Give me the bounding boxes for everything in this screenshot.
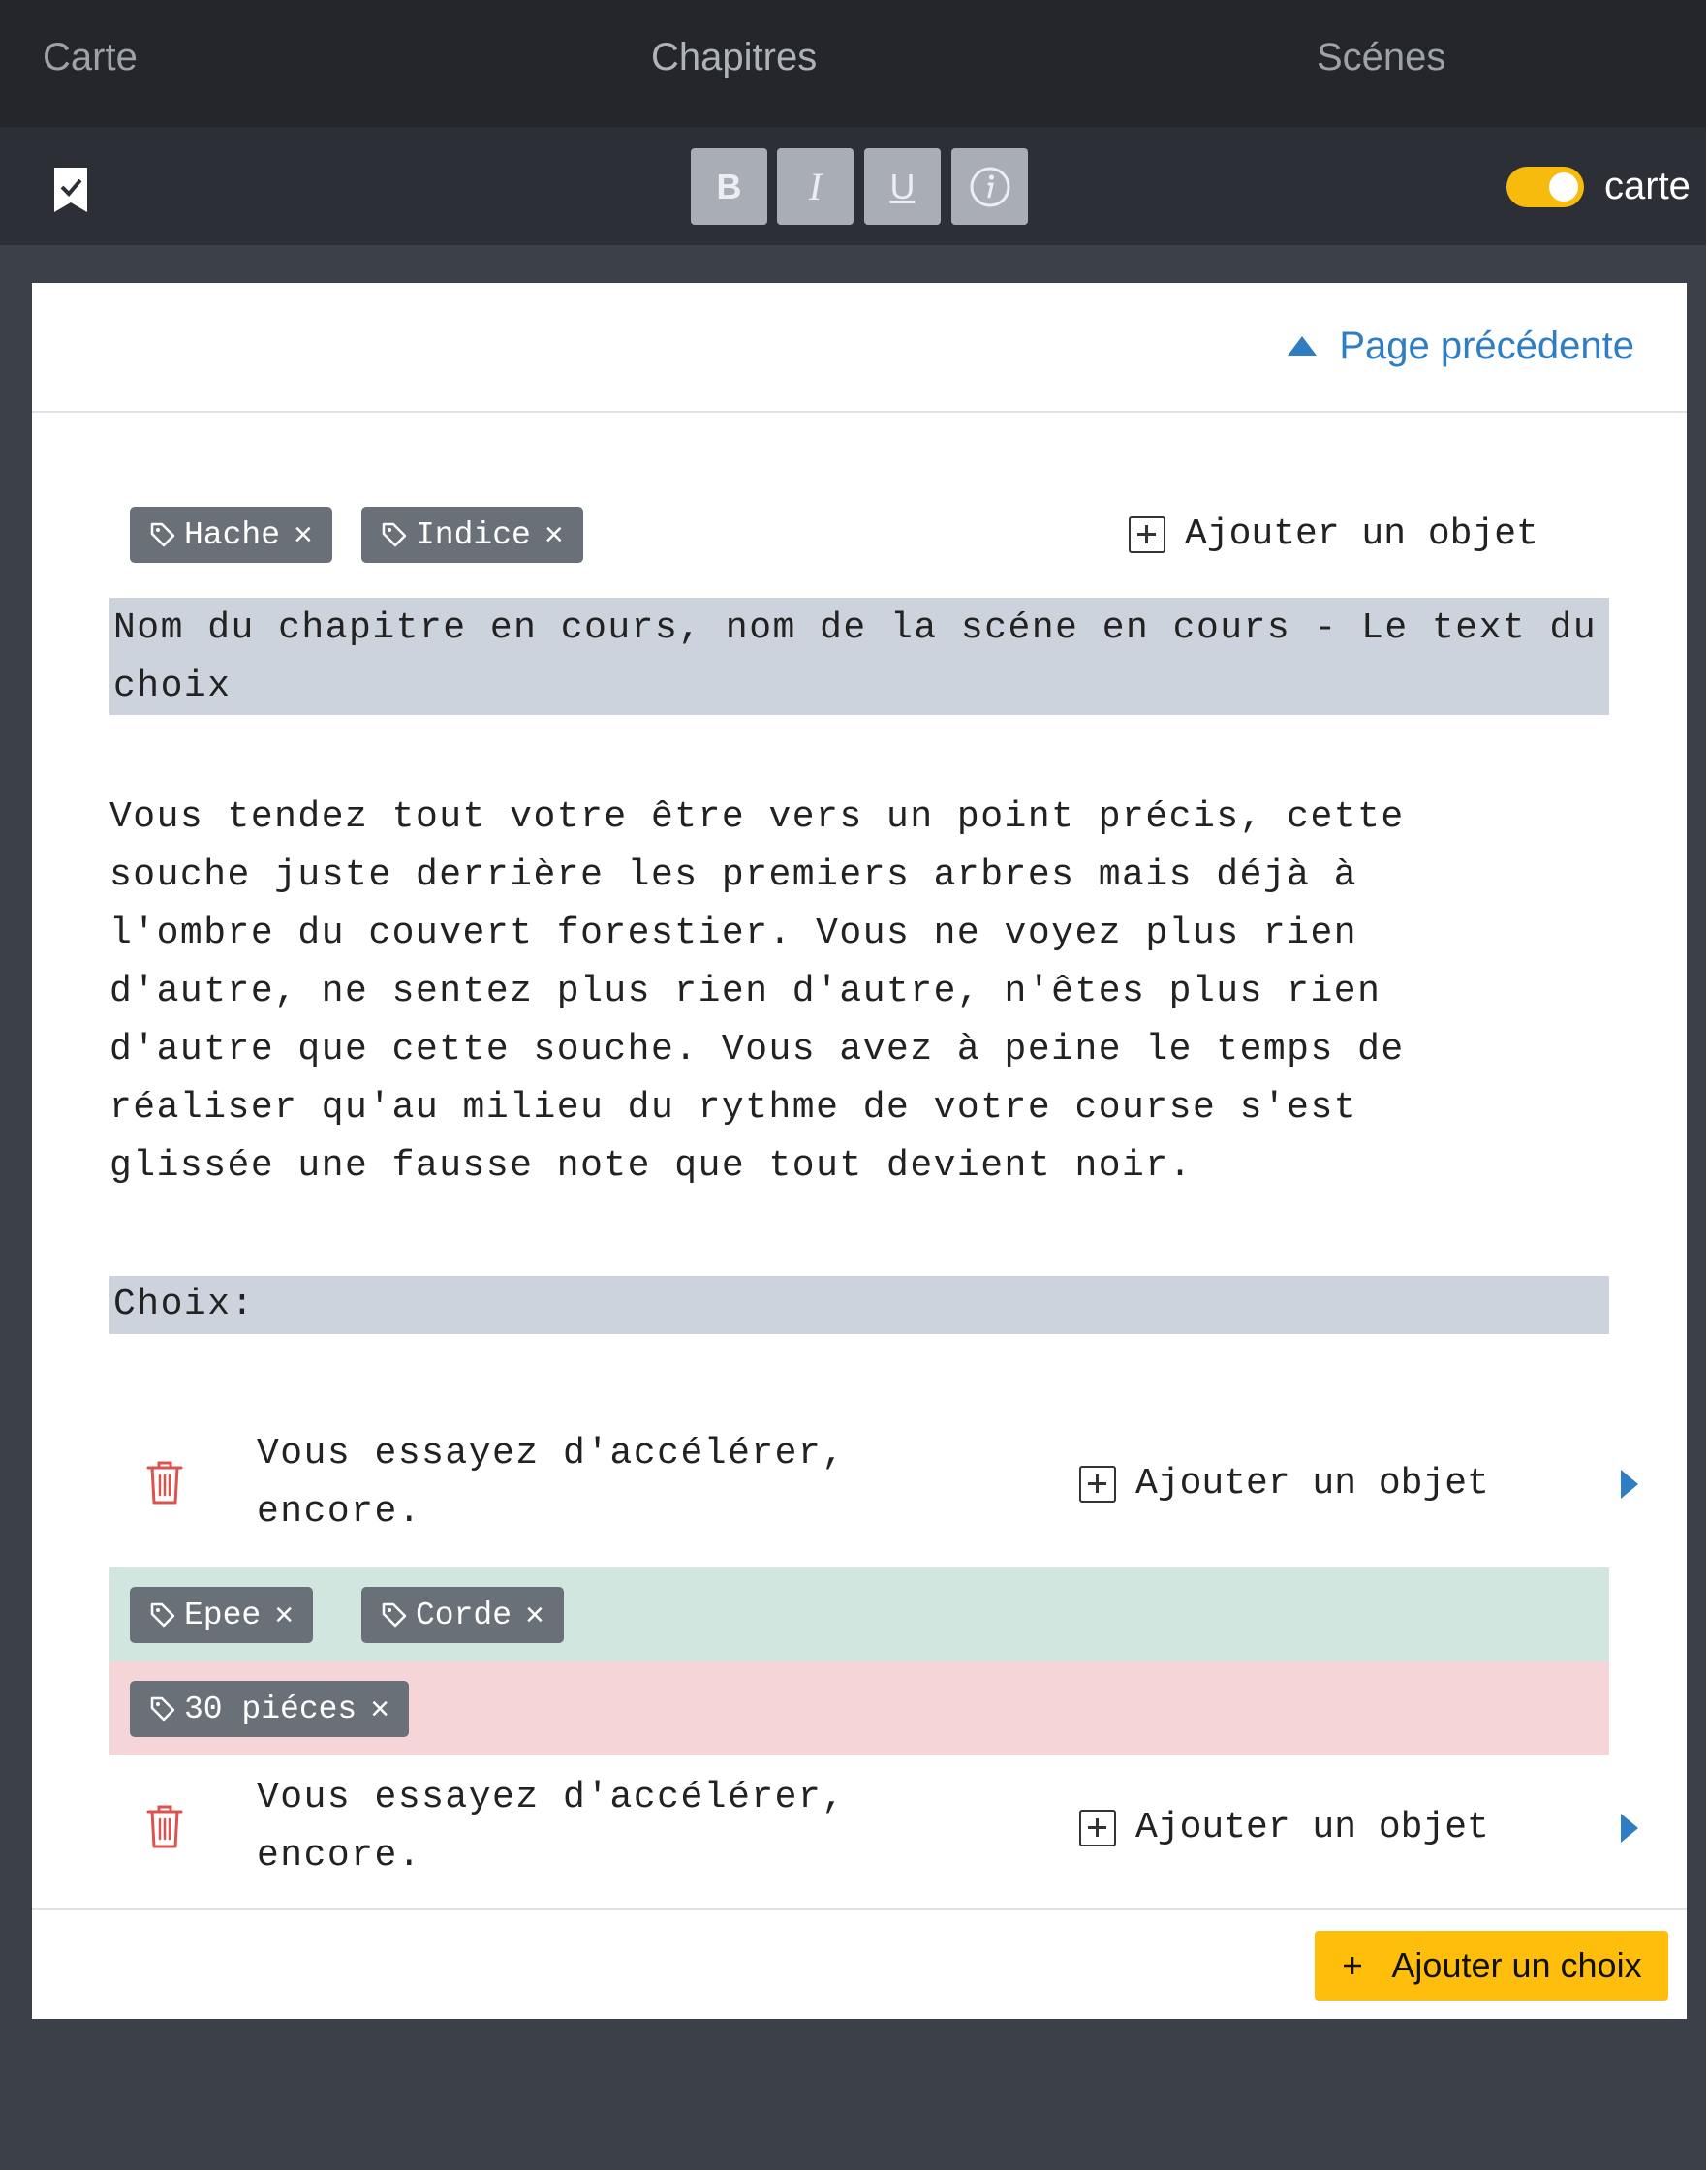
bold-button[interactable]: B: [691, 148, 767, 225]
tag-label: Epee: [184, 1597, 262, 1633]
top-navigation: Carte Chapitres Scénes: [0, 0, 1706, 127]
info-button[interactable]: [951, 148, 1028, 225]
tab-scenes[interactable]: Scénes: [1317, 0, 1445, 114]
toggle-label: carte: [1604, 165, 1691, 207]
play-arrow-icon[interactable]: [1619, 1468, 1640, 1501]
gained-tag-corde: Corde ×: [361, 1587, 564, 1643]
plus-square-icon: [1129, 515, 1165, 553]
bookmark-check-icon[interactable]: [50, 166, 91, 216]
body-line: glissée une fausse note que tout devient…: [109, 1145, 1193, 1187]
add-object-button[interactable]: Ajouter un objet: [1079, 1807, 1489, 1848]
body-line: Vous tendez tout votre être vers un poin…: [109, 796, 1405, 838]
body-line: réaliser qu'au milieu du rythme de votre…: [109, 1087, 1358, 1129]
play-arrow-icon[interactable]: [1619, 1812, 1640, 1845]
tag-icon: [150, 1602, 175, 1628]
previous-page-label: Page précédente: [1339, 325, 1634, 367]
scene-panel: Page précédente Hache × Indice × Ajouter…: [32, 283, 1687, 2019]
remove-tag-icon[interactable]: ×: [370, 1691, 389, 1728]
scene-title: Nom du chapitre en cours, nom de la scén…: [109, 598, 1609, 715]
tab-chapitres[interactable]: Chapitres: [651, 0, 817, 114]
editor-toolbar: B I U carte: [0, 127, 1706, 245]
app: Carte Chapitres Scénes B I U carte Page …: [0, 0, 1706, 2170]
tag-icon: [382, 1602, 407, 1628]
tag-label: Indice: [416, 516, 531, 553]
carte-toggle[interactable]: [1506, 167, 1584, 207]
trash-icon[interactable]: [144, 1459, 185, 1505]
gained-objects-band: [109, 1567, 1609, 1661]
add-object-button[interactable]: Ajouter un objet: [1079, 1463, 1489, 1505]
add-object-button[interactable]: Ajouter un objet: [1129, 513, 1538, 555]
scene-body-text[interactable]: Vous tendez tout votre être vers un poin…: [109, 789, 1621, 1195]
object-tag-hache: Hache ×: [130, 507, 332, 563]
body-line: d'autre, ne sentez plus rien d'autre, n'…: [109, 971, 1382, 1012]
choice-row: Vous essayez d'accélérer, encore. Ajoute…: [109, 1756, 1638, 1902]
remove-tag-icon[interactable]: ×: [294, 516, 313, 554]
toggle-knob: [1549, 172, 1578, 202]
italic-button[interactable]: I: [777, 148, 854, 225]
body-line: d'autre que cette souche. Vous avez à pe…: [109, 1029, 1405, 1070]
tag-label: Hache: [184, 516, 281, 553]
tab-carte[interactable]: Carte: [43, 0, 138, 114]
tag-icon: [150, 1696, 175, 1722]
tag-label: Corde: [416, 1597, 512, 1633]
remove-tag-icon[interactable]: ×: [274, 1597, 294, 1634]
gained-tag-epee: Epee ×: [130, 1587, 314, 1643]
previous-page-link[interactable]: Page précédente: [1287, 322, 1634, 370]
add-choice-label: Ajouter un choix: [1391, 1945, 1642, 1985]
add-object-label: Ajouter un objet: [1135, 1463, 1489, 1505]
underline-button[interactable]: U: [864, 148, 941, 225]
remove-tag-icon[interactable]: ×: [544, 516, 564, 554]
add-choice-button[interactable]: Ajouter un choix: [1315, 1931, 1668, 2001]
trash-icon[interactable]: [144, 1803, 185, 1849]
body-line: souche juste derrière les premiers arbre…: [109, 854, 1358, 896]
remove-tag-icon[interactable]: ×: [525, 1597, 544, 1634]
panel-header: Page précédente: [32, 283, 1687, 413]
info-circle-icon: [970, 167, 1009, 206]
add-object-label: Ajouter un objet: [1185, 513, 1538, 555]
add-object-label: Ajouter un objet: [1135, 1807, 1489, 1848]
choice-text[interactable]: Vous essayez d'accélérer, encore.: [257, 1425, 857, 1541]
triangle-up-icon: [1288, 336, 1318, 356]
tag-label: 30 piéces: [184, 1691, 357, 1727]
plus-square-icon: [1079, 1809, 1116, 1846]
tag-icon: [150, 522, 175, 547]
panel-footer-divider: [32, 1908, 1687, 1910]
plus-square-icon: [1079, 1465, 1116, 1503]
choices-header: Choix:: [109, 1276, 1609, 1334]
plus-icon: [1344, 1957, 1362, 1974]
choice-row: Vous essayez d'accélérer, encore. Ajoute…: [109, 1412, 1638, 1558]
body-line: l'ombre du couvert forestier. Vous ne vo…: [109, 913, 1358, 954]
tag-icon: [382, 522, 407, 547]
choice-text[interactable]: Vous essayez d'accélérer, encore.: [257, 1769, 857, 1885]
lost-tag-pieces: 30 piéces ×: [130, 1681, 410, 1737]
object-tag-indice: Indice ×: [361, 507, 583, 563]
